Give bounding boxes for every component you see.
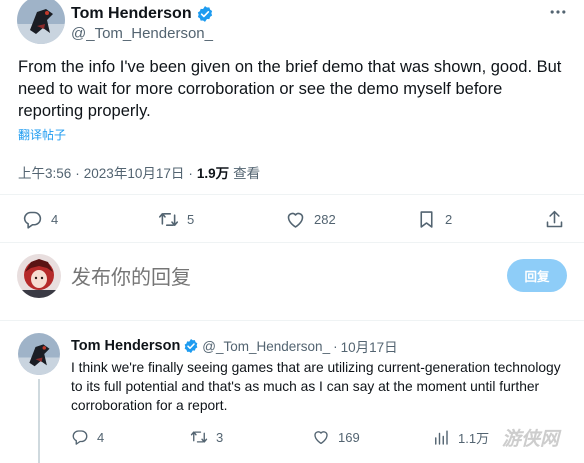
reply-submit-button[interactable]: 回复 [507,259,567,292]
reply-date[interactable]: 10月17日 [341,336,398,356]
divider [0,194,584,195]
like-button[interactable]: 169 [312,428,360,446]
retweet-button[interactable]: 5 [158,209,194,230]
tweet-meta: 上午3:56 · 2023年10月17日 · 1.9万 查看 [18,162,260,182]
retweet-count: 3 [216,429,224,445]
reply-header: Tom Henderson @_Tom_Henderson_ · 10月17日 [71,336,398,356]
thread-line [38,379,40,463]
reply-author-handle[interactable]: @_Tom_Henderson_ [202,339,330,354]
more-button[interactable] [548,2,568,22]
reply-input[interactable] [71,263,471,291]
views-icon [435,430,448,445]
retweet-count: 5 [187,212,195,227]
bookmark-icon [420,211,433,228]
share-button[interactable] [544,209,565,230]
bookmark-button[interactable]: 2 [416,209,452,230]
like-count: 169 [338,429,360,445]
meta-separator: · [75,166,80,181]
like-count: 282 [314,212,336,227]
reply-count: 4 [51,212,59,227]
retweet-icon [190,431,208,443]
reply-author-avatar[interactable] [18,333,60,375]
more-icon [550,10,566,14]
divider [0,320,584,321]
translate-link[interactable]: 翻译帖子 [18,126,66,143]
author-handle[interactable]: @_Tom_Henderson_ [71,25,213,42]
reply-count: 4 [97,429,105,445]
verified-icon [196,5,214,23]
bookmark-count: 2 [445,212,453,227]
tweet-date[interactable]: 2023年10月17日 [84,162,185,182]
retweet-button[interactable]: 3 [190,428,223,446]
views-count: 1.9万 [196,166,230,181]
tweet-text: From the info I've been given on the bri… [18,58,562,120]
site-watermark: 游侠网 [502,428,560,450]
share-icon [546,210,563,228]
verified-icon [183,338,199,354]
views-label: 查看 [233,166,261,181]
meta-separator: · [188,166,193,181]
like-button[interactable]: 282 [285,209,336,230]
author-avatar[interactable] [17,0,65,44]
reply-author-name[interactable]: Tom Henderson [71,338,180,354]
like-icon [287,212,304,228]
like-icon [314,431,328,445]
divider [0,242,584,243]
tweet-time[interactable]: 上午3:56 [18,162,71,182]
views-count: 1.1万 [458,431,490,446]
reply-text: I think we're finally seeing games that … [71,360,561,413]
reply-button[interactable]: 4 [71,428,104,446]
my-avatar[interactable] [17,254,61,298]
retweet-icon [158,213,179,226]
meta-separator: · [333,338,338,354]
reply-icon [72,430,88,445]
reply-button[interactable]: 4 [22,209,58,230]
author-name[interactable]: Tom Henderson [71,5,192,23]
reply-icon [23,211,42,229]
views-button[interactable]: 1.1万 [432,428,489,447]
